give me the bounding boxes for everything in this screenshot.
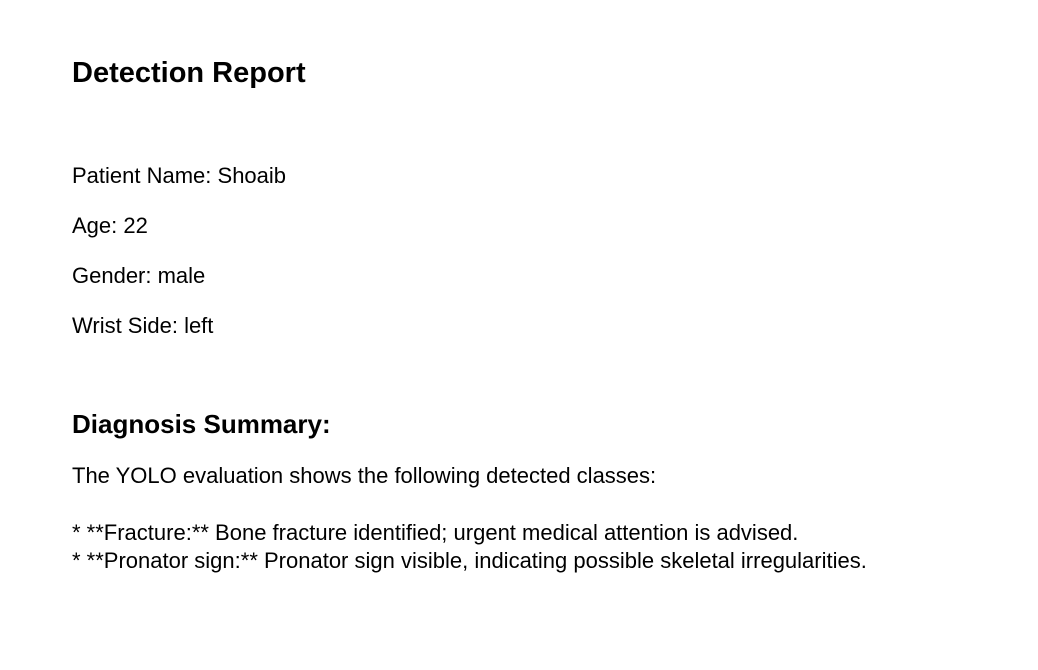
patient-age: Age: 22 xyxy=(72,213,148,238)
diagnosis-intro: The YOLO evaluation shows the following … xyxy=(72,463,657,488)
wrist-side: Wrist Side: left xyxy=(72,313,214,338)
finding-fracture: * **Fracture:** Bone fracture identified… xyxy=(72,520,799,545)
finding-pronator-sign: * **Pronator sign:** Pronator sign visib… xyxy=(72,548,867,573)
diagnosis-summary-heading: Diagnosis Summary: xyxy=(72,409,331,439)
report-title: Detection Report xyxy=(72,57,306,89)
findings-list: * **Fracture:** Bone fracture identified… xyxy=(72,519,867,575)
patient-gender: Gender: male xyxy=(72,263,206,288)
patient-name: Patient Name: Shoaib xyxy=(72,163,287,188)
